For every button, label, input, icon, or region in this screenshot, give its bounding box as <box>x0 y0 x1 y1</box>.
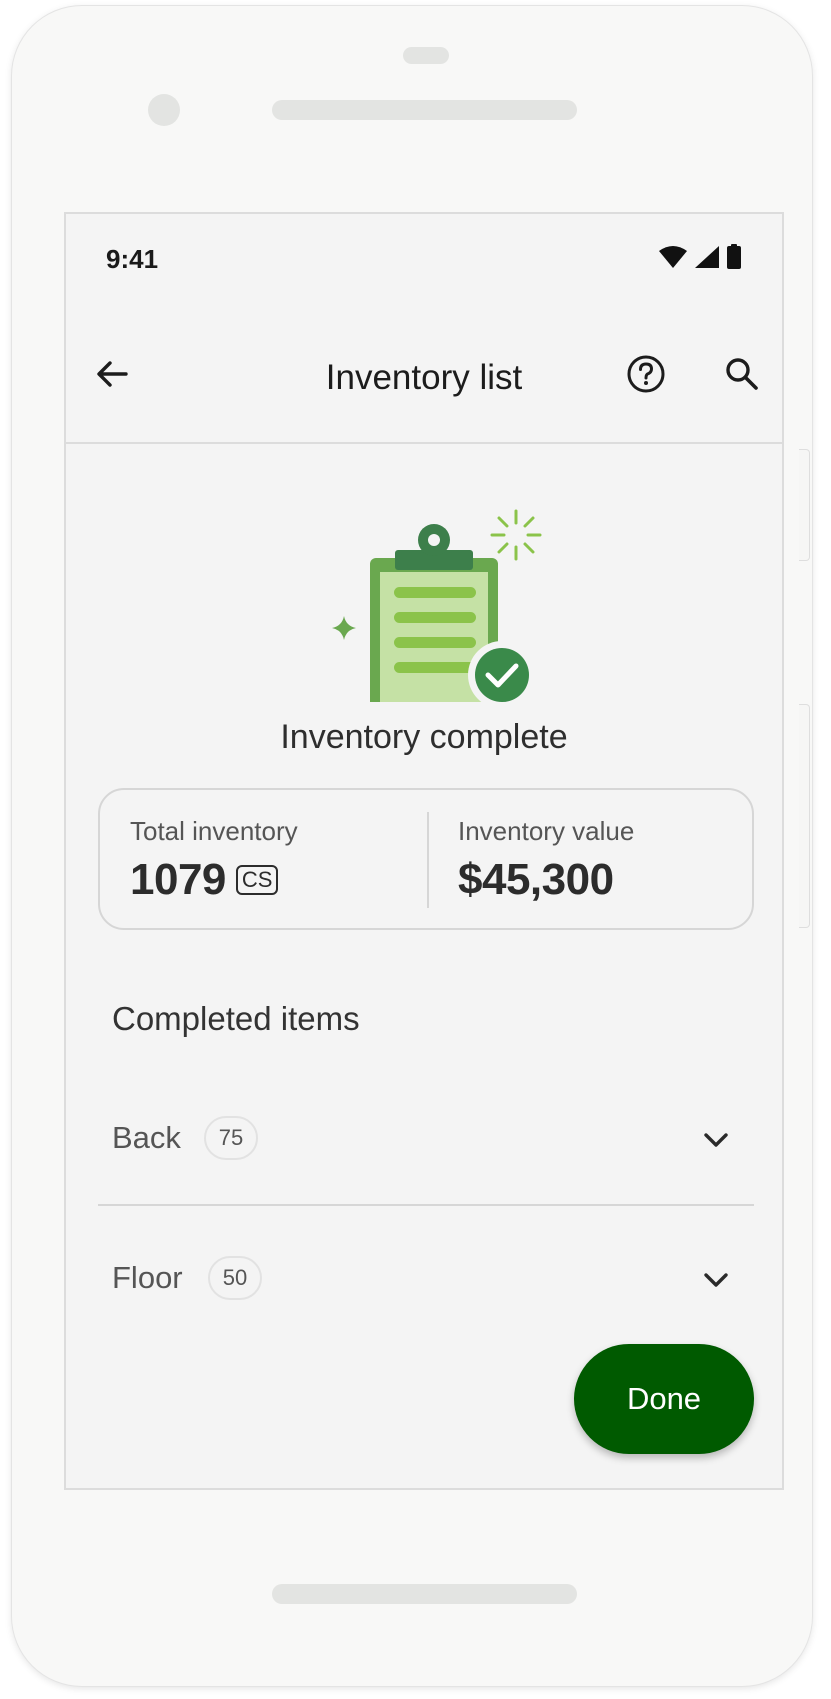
inventory-complete-heading: Inventory complete <box>280 718 568 756</box>
app-screen: 9:41 Inventory list Inventory complete T… <box>64 212 784 1490</box>
total-inventory-label: Total inventory <box>130 816 298 846</box>
count-badge: 75 <box>204 1116 258 1160</box>
page-title: Inventory list <box>325 358 523 397</box>
help-button[interactable] <box>618 348 674 404</box>
completed-items-heading: Completed items <box>112 1000 360 1037</box>
stage: 9:41 Inventory list Inventory complete T… <box>0 0 831 1699</box>
wifi-icon <box>658 245 688 273</box>
total-inventory-stat: Total inventory 1079 CS <box>130 816 298 905</box>
power-button <box>799 449 810 561</box>
help-circle-icon <box>626 354 666 398</box>
chevron-down-icon[interactable] <box>696 1260 736 1300</box>
burst-icon <box>490 509 542 561</box>
home-bar <box>272 1584 577 1604</box>
volume-button <box>799 704 810 928</box>
inventory-summary-card: Total inventory 1079 CS Inventory value … <box>98 788 754 930</box>
unit-badge: CS <box>235 865 279 895</box>
clipboard-check-icon <box>306 482 546 714</box>
list-item-label: Back <box>112 1120 181 1155</box>
search-icon <box>724 356 760 396</box>
search-button[interactable] <box>714 348 770 404</box>
total-inventory-value-row: 1079 CS <box>130 855 298 905</box>
cellular-signal-icon <box>694 245 720 273</box>
app-bar: Inventory list <box>66 324 782 444</box>
inventory-value-amount: $45,300 <box>458 855 614 904</box>
phone-frame: 9:41 Inventory list Inventory complete T… <box>12 6 812 1686</box>
done-button[interactable]: Done <box>574 1344 754 1454</box>
earpiece <box>272 100 577 120</box>
front-camera <box>148 94 180 126</box>
sparkle-icon <box>332 616 356 640</box>
list-item-floor[interactable]: Floor 50 <box>98 1224 754 1344</box>
status-icons <box>658 244 742 274</box>
list-item-label: Floor <box>112 1260 183 1295</box>
status-time: 9:41 <box>106 244 159 274</box>
count-badge: 50 <box>208 1256 262 1300</box>
status-bar: 9:41 <box>66 214 782 304</box>
inventory-value-row: $45,300 <box>458 855 634 905</box>
inventory-value-stat: Inventory value $45,300 <box>458 816 634 905</box>
list-item-back[interactable]: Back 75 <box>98 1084 754 1206</box>
speaker-top <box>403 47 449 64</box>
chevron-down-icon[interactable] <box>696 1120 736 1160</box>
inventory-value-label: Inventory value <box>458 816 635 846</box>
total-inventory-value: 1079 <box>130 855 226 904</box>
battery-icon <box>726 244 742 274</box>
summary-divider <box>427 812 429 908</box>
